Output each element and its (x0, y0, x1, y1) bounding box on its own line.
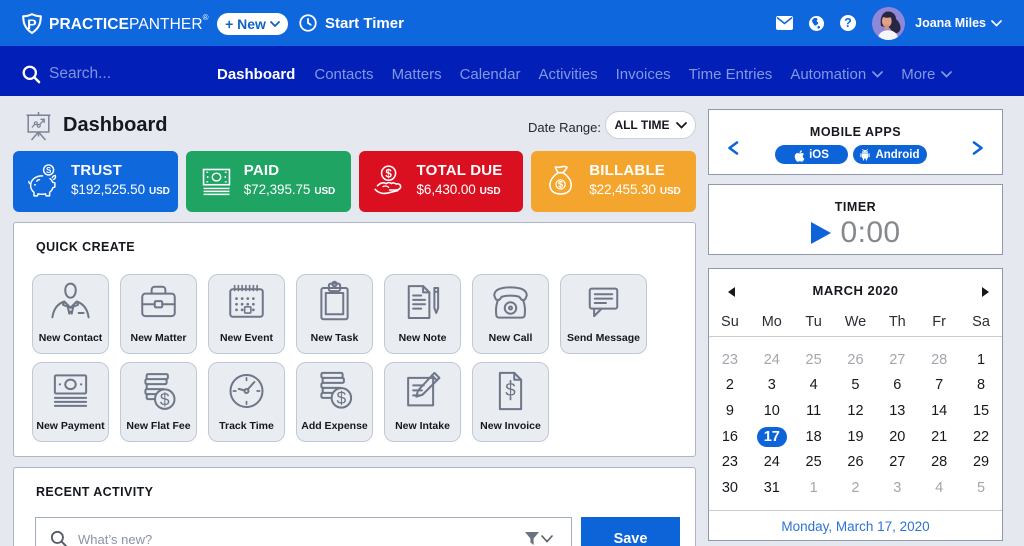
svg-text:$: $ (160, 389, 170, 409)
svg-text:?: ? (844, 16, 852, 30)
svg-text:$: $ (558, 180, 564, 190)
svg-text:P: P (27, 17, 36, 33)
svg-text:S: S (46, 166, 51, 175)
svg-text:$: $ (337, 388, 347, 408)
svg-text:$: $ (385, 168, 392, 180)
